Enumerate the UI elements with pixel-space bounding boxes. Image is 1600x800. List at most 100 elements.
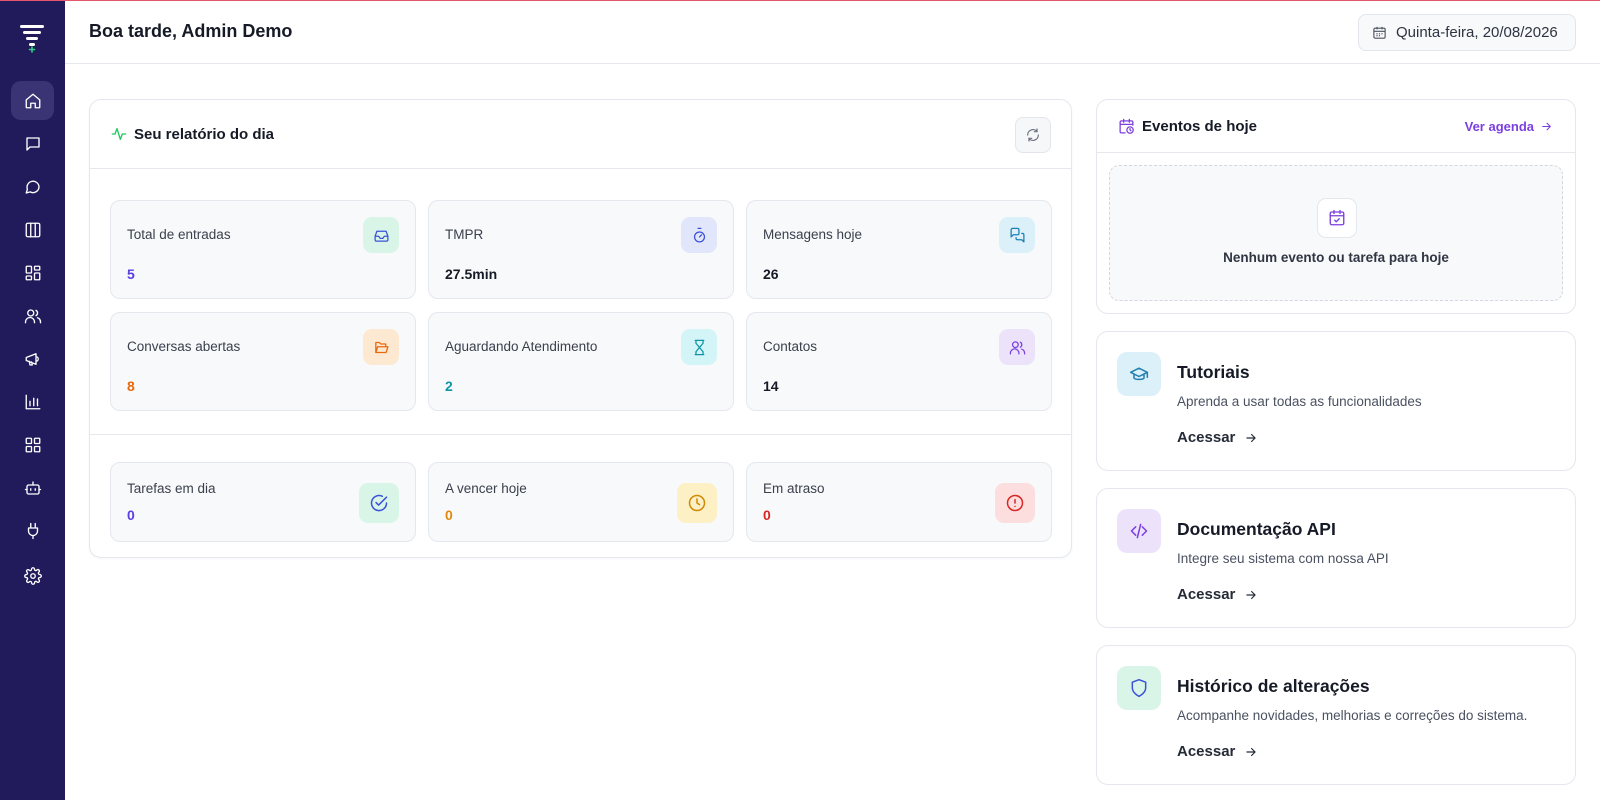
view-agenda-link[interactable]: Ver agenda: [1465, 119, 1553, 134]
nav-kanban[interactable]: [11, 210, 54, 249]
stat-label: Tarefas em dia: [127, 481, 216, 496]
stat-card-tmpr[interactable]: TMPR 27.5min: [428, 200, 734, 299]
stat-card-total-entries[interactable]: Total de entradas 5: [110, 200, 416, 299]
stat-icon-wrap: [677, 483, 717, 523]
stat-value: 26: [763, 266, 779, 282]
hourglass-icon: [694, 339, 704, 355]
home-icon: [25, 93, 40, 108]
empty-icon-wrap: [1317, 198, 1357, 238]
api-docs-access-link[interactable]: Acessar: [1177, 586, 1258, 603]
refresh-icon: [1027, 128, 1039, 142]
settings-icon: [23, 566, 42, 585]
calendar-icon: [1373, 26, 1386, 39]
stat-icon-wrap: [999, 217, 1035, 253]
card-title: Histórico de alterações: [1177, 676, 1370, 696]
nav-bots[interactable]: [11, 468, 54, 507]
stat-label: Em atraso: [763, 481, 825, 496]
card-title: Tutoriais: [1177, 362, 1250, 382]
events-header: Eventos de hoje Ver agenda: [1097, 100, 1575, 153]
stat-value: 0: [127, 507, 135, 523]
stat-icon-wrap: [681, 217, 717, 253]
api-icon-wrap: [1117, 509, 1161, 553]
stat-card-overdue[interactable]: Em atraso 0: [746, 462, 1052, 542]
stat-card-tasks-on-time[interactable]: Tarefas em dia 0: [110, 462, 416, 542]
nav-settings[interactable]: [11, 556, 54, 595]
arrow-right-icon: [1246, 433, 1257, 442]
stat-value: 0: [445, 507, 453, 523]
message-circle-icon: [25, 180, 40, 194]
card-description: Aprenda a usar todas as funcionalidades: [1177, 394, 1422, 409]
view-agenda-label: Ver agenda: [1464, 119, 1534, 134]
grid-icon: [25, 437, 40, 452]
stat-label: A vencer hoje: [445, 481, 527, 496]
stat-value: 8: [127, 378, 135, 394]
events-title: Eventos de hoje: [1142, 118, 1258, 135]
alert-circle-icon: [1006, 494, 1024, 512]
messages-icon: [1009, 227, 1025, 243]
tutorials-icon-wrap: [1117, 352, 1161, 396]
stat-value: 0: [763, 507, 771, 523]
changelog-icon-wrap: [1117, 666, 1161, 710]
stat-icon-wrap: [363, 329, 399, 365]
card-description: Integre seu sistema com nossa API: [1177, 551, 1389, 566]
stat-value: 5: [127, 266, 135, 282]
report-header: Seu relatório do dia: [90, 100, 1071, 169]
nav-integrations[interactable]: [11, 511, 54, 550]
card-description: Acompanhe novidades, melhorias e correçõ…: [1177, 708, 1528, 723]
refresh-button[interactable]: [1015, 117, 1051, 153]
date-chip: Quinta-feira, 20/08/2026: [1358, 14, 1576, 51]
changelog-card: Histórico de alterações Acompanhe novida…: [1096, 645, 1576, 785]
stat-label: Conversas abertas: [127, 339, 241, 354]
users-icon: [24, 308, 41, 323]
inbox-icon: [373, 230, 389, 242]
nav-chat[interactable]: [11, 167, 54, 206]
nav-campaigns[interactable]: [11, 339, 54, 378]
nav-home[interactable]: [11, 81, 54, 120]
nav-apps[interactable]: [11, 425, 54, 464]
page-title: Boa tarde, Admin Demo: [89, 21, 293, 41]
nav-contacts[interactable]: [11, 296, 54, 335]
graduation-cap-icon: [1129, 367, 1149, 381]
api-docs-card: Documentação API Integre seu sistema com…: [1096, 488, 1576, 628]
page-header: Boa tarde, Admin Demo Quinta-feira, 20/0…: [65, 1, 1600, 64]
activity-icon: [111, 127, 127, 140]
top-accent-line: [0, 0, 1600, 1]
daily-report-card: Seu relatório do dia Total de entradas 5…: [89, 99, 1072, 558]
stat-label: Aguardando Atendimento: [445, 339, 598, 354]
stat-label: Total de entradas: [127, 227, 231, 242]
access-label: Acessar: [1177, 586, 1236, 603]
stat-label: Mensagens hoje: [763, 227, 863, 242]
logo-icon[interactable]: [19, 23, 45, 53]
stat-card-messages-today[interactable]: Mensagens hoje 26: [746, 200, 1052, 299]
bar-chart-icon: [25, 394, 40, 409]
nav-dashboard[interactable]: [11, 253, 54, 292]
stat-card-waiting[interactable]: Aguardando Atendimento 2: [428, 312, 734, 411]
code-icon: [1130, 523, 1148, 539]
empty-state-text: Nenhum evento ou tarefa para hoje: [1223, 250, 1449, 265]
stat-label: Contatos: [763, 339, 818, 354]
stat-icon-wrap: [999, 329, 1035, 365]
timer-icon: [693, 227, 705, 243]
clock-icon: [688, 494, 706, 512]
report-title: Seu relatório do dia: [134, 126, 275, 143]
stat-icon-wrap: [681, 329, 717, 365]
arrow-right-icon: [1246, 747, 1257, 756]
sidebar: [0, 0, 65, 800]
stat-card-open-conversations[interactable]: Conversas abertas 8: [110, 312, 416, 411]
stat-value: 27.5min: [445, 266, 498, 282]
changelog-access-link[interactable]: Acessar: [1177, 743, 1258, 760]
stat-card-contacts[interactable]: Contatos 14: [746, 312, 1052, 411]
events-empty-state: Nenhum evento ou tarefa para hoje: [1109, 165, 1563, 301]
stat-card-due-today[interactable]: A vencer hoje 0: [428, 462, 734, 542]
nav-inbox[interactable]: [11, 124, 54, 163]
current-date: Quinta-feira, 20/08/2026: [1396, 24, 1558, 41]
nav-reports[interactable]: [11, 382, 54, 421]
folder-open-icon: [374, 341, 389, 353]
access-label: Acessar: [1177, 743, 1236, 760]
calendar-check-icon: [1329, 209, 1345, 226]
contacts-icon: [1009, 340, 1025, 355]
stat-icon-wrap: [363, 217, 399, 253]
shield-icon: [1131, 678, 1147, 698]
tutorials-card: Tutoriais Aprenda a usar todas as funcio…: [1096, 331, 1576, 471]
tutorials-access-link[interactable]: Acessar: [1177, 429, 1258, 446]
